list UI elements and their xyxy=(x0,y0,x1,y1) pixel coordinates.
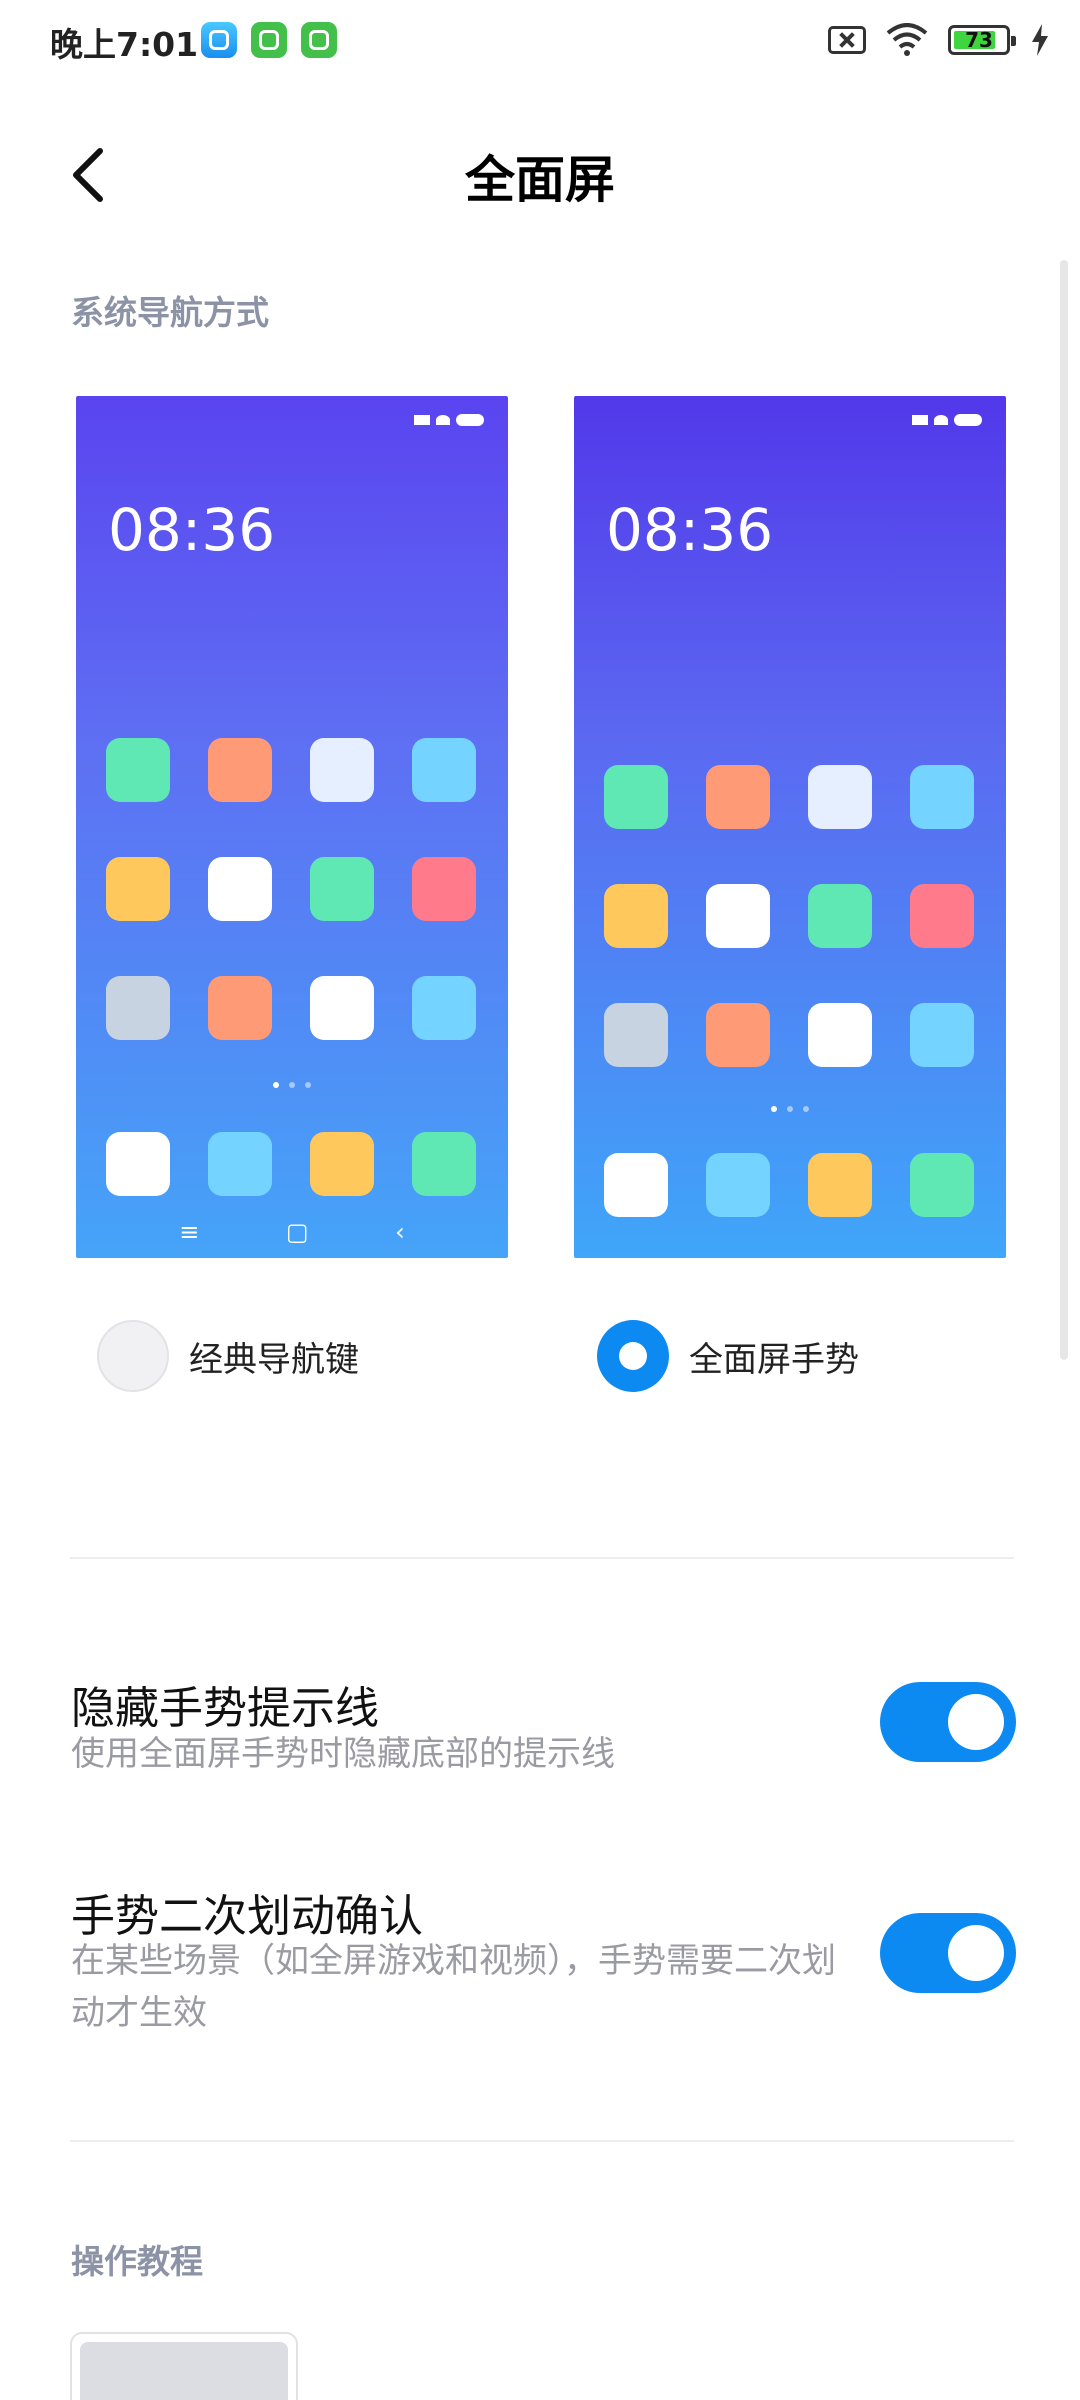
page-title: 全面屏 xyxy=(465,151,615,209)
preview-classic-nav[interactable]: 08:36 ≡ ▢ ‹ xyxy=(76,396,508,1258)
divider xyxy=(70,2140,1014,2142)
wechat-icon xyxy=(251,22,287,58)
preview-nav-keys: ≡ ▢ ‹ xyxy=(76,1218,508,1246)
radio-label-classic-nav: 经典导航键 xyxy=(189,1339,359,1380)
wifi-icon xyxy=(886,23,928,56)
menu-key-icon: ≡ xyxy=(179,1218,200,1246)
home-key-icon: ▢ xyxy=(285,1218,309,1246)
sim-disabled-icon xyxy=(828,26,866,54)
tutorial-thumbnail[interactable] xyxy=(70,2332,298,2400)
preview-status-icons xyxy=(912,414,982,426)
radio-button-unselected[interactable] xyxy=(97,1320,169,1392)
preview-dock xyxy=(106,1132,478,1196)
preview-clock: 08:36 xyxy=(108,496,276,564)
radio-button-selected[interactable] xyxy=(597,1320,669,1392)
preview-clock: 08:36 xyxy=(606,496,774,564)
status-bar: 晚上7:01 73 xyxy=(0,0,1080,84)
setting-subtitle-hide-gesture-line: 使用全面屏手势时隐藏底部的提示线 xyxy=(71,1734,615,1774)
toggle-double-swipe-confirm[interactable] xyxy=(880,1913,1016,1993)
preview-page-dots xyxy=(574,1106,1006,1112)
preview-status-icons xyxy=(414,414,484,426)
radio-classic-nav[interactable]: 经典导航键 xyxy=(97,1320,359,1392)
battery-level: 73 xyxy=(965,28,993,52)
preview-app-grid xyxy=(106,738,478,1040)
status-time: 晚上7:01 xyxy=(50,25,199,64)
radio-fullscreen-gestures[interactable]: 全面屏手势 xyxy=(597,1320,859,1392)
battery-icon: 73 xyxy=(948,25,1016,55)
radio-label-fullscreen-gestures: 全面屏手势 xyxy=(689,1339,859,1380)
preview-dock xyxy=(604,1153,976,1217)
charging-icon xyxy=(1032,24,1048,56)
scrollbar[interactable] xyxy=(1060,260,1068,1360)
setting-subtitle-double-swipe-confirm: 在某些场景（如全屏游戏和视频），手势需要二次划动才生效 xyxy=(71,1941,836,2033)
setting-title-hide-gesture-line: 隐藏手势提示线 xyxy=(71,1683,379,1734)
section-label-navigation: 系统导航方式 xyxy=(71,293,269,332)
preview-page-dots xyxy=(76,1082,508,1088)
section-label-tutorial: 操作教程 xyxy=(71,2242,203,2281)
preview-fullscreen-gestures[interactable]: 08:36 xyxy=(574,396,1006,1258)
divider xyxy=(70,1557,1014,1559)
back-key-icon: ‹ xyxy=(395,1218,405,1246)
app-notification-icon xyxy=(201,22,237,58)
wechat-icon xyxy=(301,22,337,58)
toggle-hide-gesture-line[interactable] xyxy=(880,1682,1016,1762)
preview-app-grid xyxy=(604,765,976,1067)
